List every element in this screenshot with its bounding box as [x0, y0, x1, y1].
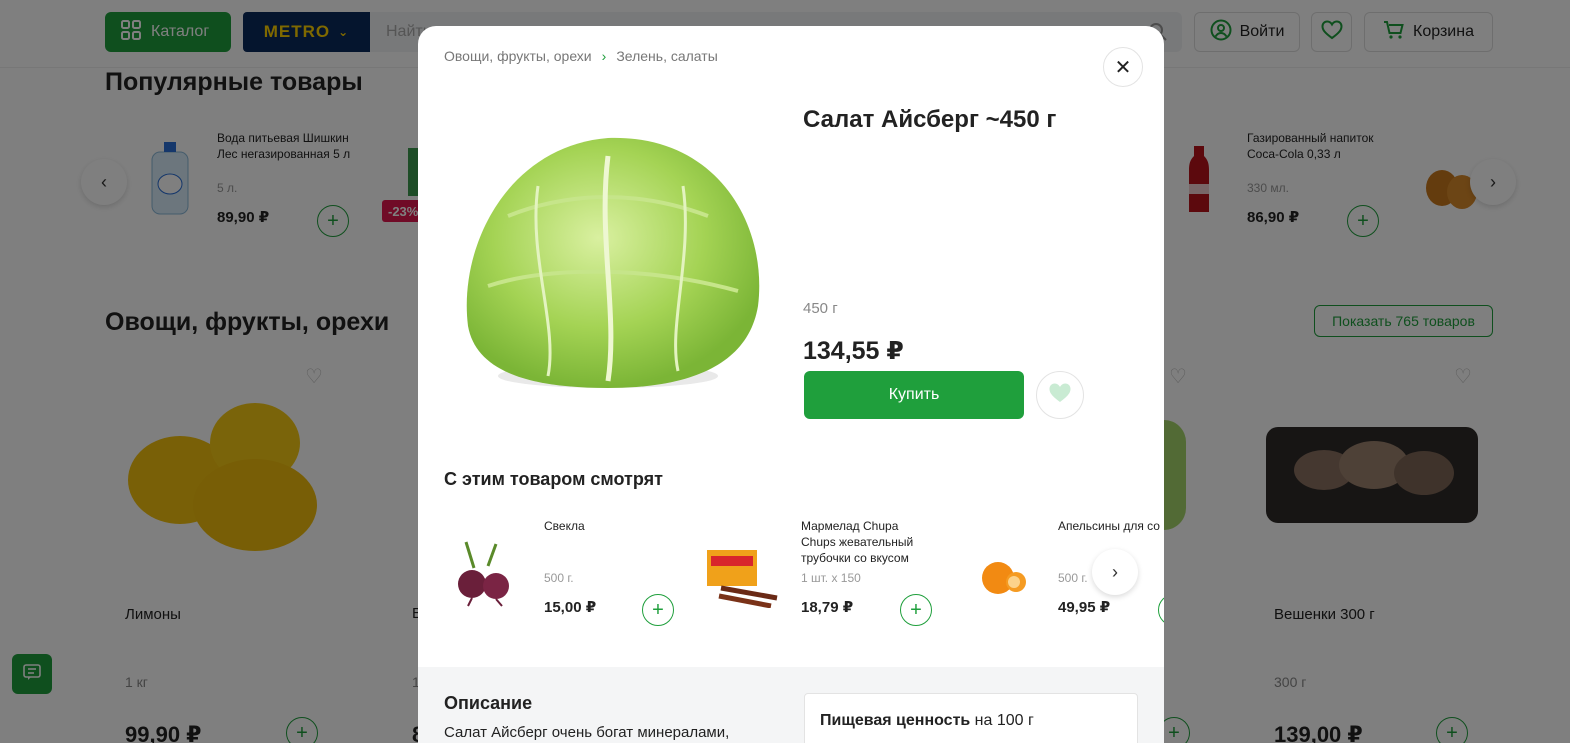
buy-button[interactable]: Купить	[804, 371, 1024, 419]
nutrition-box: Пищевая ценность на 100 г	[804, 693, 1138, 743]
close-icon: ✕	[1114, 56, 1132, 79]
plus-icon: +	[652, 598, 664, 621]
product-name: Свекла	[544, 519, 585, 533]
related-section-title: С этим товаром смотрят	[444, 469, 663, 489]
breadcrumb: Овощи, фрукты, орехи › Зелень, салаты	[444, 48, 718, 64]
product-name: Мармелад Chupa Chups жевательный трубочк…	[801, 519, 914, 565]
product-weight: 500 г.	[544, 571, 574, 585]
product-modal: Овощи, фрукты, орехи › Зелень, салаты ✕ …	[418, 26, 1164, 743]
breadcrumb-link[interactable]: Овощи, фрукты, орехи	[444, 48, 592, 64]
nutrition-label: Пищевая ценность на 100 г	[820, 712, 1034, 730]
heart-icon	[1048, 382, 1072, 409]
close-button[interactable]: ✕	[1103, 47, 1143, 87]
product-weight: 1 шт. x 150	[801, 571, 861, 585]
chevron-right-icon: ›	[1112, 561, 1118, 582]
chupa-chups-image	[701, 538, 781, 609]
description-title: Описание	[444, 693, 533, 713]
related-next-button[interactable]: ›	[1092, 549, 1138, 595]
oranges-image	[958, 538, 1038, 608]
chevron-right-icon: ›	[601, 48, 607, 64]
nutrition-title: Пищевая ценность	[820, 712, 971, 729]
product-price: 49,95 ₽	[1058, 599, 1111, 616]
plus-icon: +	[910, 598, 922, 621]
add-to-cart-button[interactable]: +	[642, 594, 674, 626]
product-price: 15,00 ₽	[544, 599, 597, 616]
product-price: 18,79 ₽	[801, 599, 854, 616]
product-name: Апельсины для со	[1058, 519, 1160, 533]
product-title: Салат Айсберг ~450 г	[803, 106, 1057, 133]
nutrition-unit: на 100 г	[970, 712, 1034, 729]
add-to-cart-button[interactable]: +	[900, 594, 932, 626]
breadcrumb-link[interactable]: Зелень, салаты	[616, 48, 717, 64]
beetroot-image	[444, 538, 524, 608]
description-text: Салат Айсберг очень богат минералами,	[444, 724, 730, 741]
favorite-button[interactable]	[1036, 371, 1084, 419]
description-panel: Описание Салат Айсберг очень богат минер…	[418, 667, 1164, 743]
product-price: 134,55 ₽	[803, 337, 904, 365]
product-weight: 450 г	[803, 300, 838, 317]
iceberg-lettuce-image	[448, 126, 773, 401]
product-weight: 500 г.	[1058, 571, 1088, 585]
